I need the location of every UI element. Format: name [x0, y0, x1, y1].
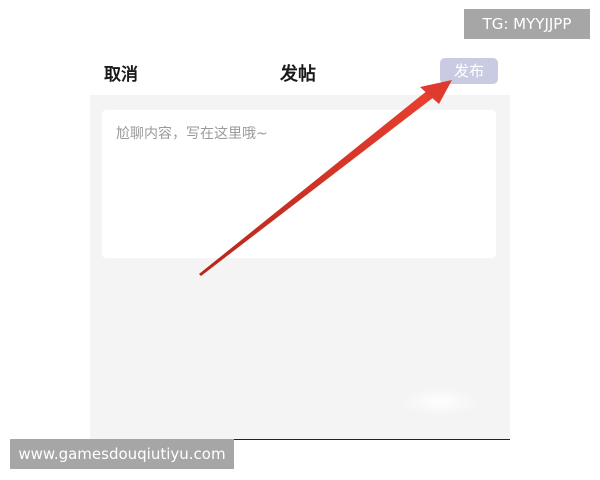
page-title: 发帖 [280, 64, 316, 85]
tg-watermark: TG: MYYJJPP [464, 9, 590, 39]
cancel-button[interactable]: 取消 [104, 60, 138, 85]
post-screen: 取消 发帖 发布 尬聊内容，写在这里哦~ TG: MYYJJPP www.gam… [0, 0, 600, 480]
top-bar: 取消 发帖 发布 [90, 52, 510, 92]
site-watermark: www.gamesdouqiutiyu.com [10, 439, 234, 469]
editor-area: 尬聊内容，写在这里哦~ [90, 95, 510, 440]
content-input[interactable]: 尬聊内容，写在这里哦~ [102, 110, 496, 258]
blur-spot [400, 387, 480, 417]
content-placeholder: 尬聊内容，写在这里哦~ [116, 126, 268, 142]
publish-button[interactable]: 发布 [440, 58, 498, 84]
